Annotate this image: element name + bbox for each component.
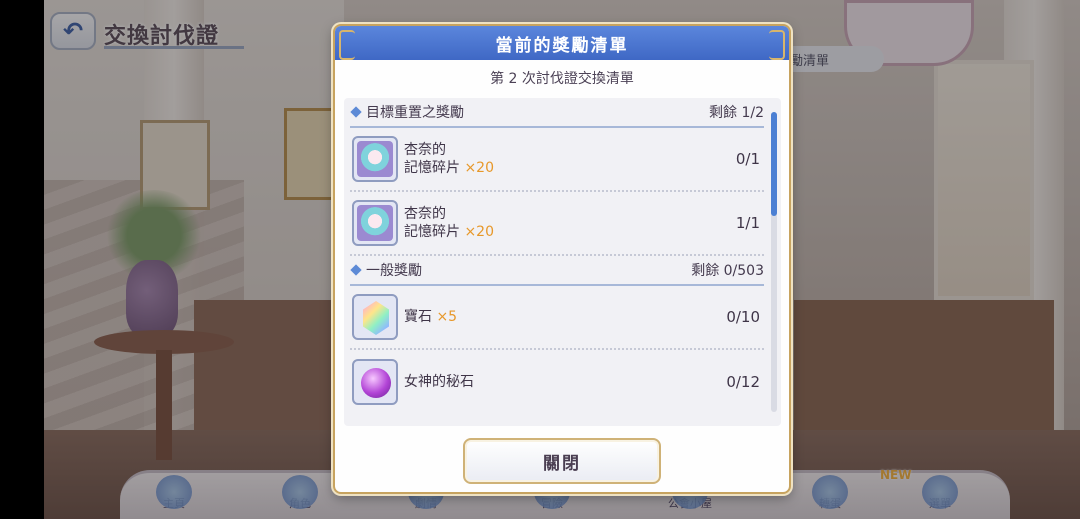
anna-memory-shard-icon[interactable] xyxy=(352,136,398,182)
reward-row: 杏奈的 記憶碎片 ×20 1/1 xyxy=(350,192,764,256)
anna-memory-shard-icon[interactable] xyxy=(352,200,398,246)
reward-row: 寶石 ×5 0/10 xyxy=(350,286,764,350)
reward-count: 0/1 xyxy=(735,150,760,168)
diamond-bullet-icon xyxy=(350,106,362,118)
dialog-title: 當前的獎勵清單 xyxy=(495,35,629,56)
section-remaining: 剩餘 1/2 xyxy=(709,105,764,121)
diamond-bullet-icon xyxy=(350,264,362,276)
reward-name-line1: 杏奈的 xyxy=(404,142,446,158)
section-remaining: 剩餘 0/503 xyxy=(691,263,764,279)
section-header: 一般獎勵 剩餘 0/503 xyxy=(350,256,764,286)
reward-name: 寶石 ×5 xyxy=(404,308,726,326)
reward-list[interactable]: 目標重置之獎勵 剩餘 1/2 杏奈的 記憶碎片 ×20 0/1 杏奈的 記憶碎片… xyxy=(344,98,781,426)
reward-name: 杏奈的 記憶碎片 ×20 xyxy=(404,141,736,177)
reward-quantity: ×20 xyxy=(464,224,494,240)
reward-name-line1: 女神的秘石 xyxy=(404,374,474,390)
dialog-subtitle: 第 2 次討伐證交換清單 xyxy=(490,71,634,87)
reward-name-line2: 記憶碎片 xyxy=(404,224,460,240)
section-title: 目標重置之獎勵 xyxy=(366,105,464,121)
jewel-icon[interactable] xyxy=(352,294,398,340)
reward-quantity: ×5 xyxy=(436,309,458,325)
reward-count: 0/12 xyxy=(726,373,760,391)
reward-name: 女神的秘石 xyxy=(404,373,726,391)
reward-name-line1: 寶石 xyxy=(404,309,432,325)
reward-name: 杏奈的 記憶碎片 ×20 xyxy=(404,205,736,241)
reward-name-line2: 記憶碎片 xyxy=(404,160,460,176)
reward-row: 杏奈的 記憶碎片 ×20 0/1 xyxy=(350,128,764,192)
scrollbar-thumb[interactable] xyxy=(771,112,777,216)
reward-name-line1: 杏奈的 xyxy=(404,206,446,222)
section-title: 一般獎勵 xyxy=(366,263,422,279)
reward-row: 女神的秘石 0/12 xyxy=(350,350,764,414)
goddess-stone-icon[interactable] xyxy=(352,359,398,405)
reward-count: 1/1 xyxy=(735,214,760,232)
section-header: 目標重置之獎勵 剩餘 1/2 xyxy=(350,98,764,128)
reward-list-dialog: 當前的獎勵清單 第 2 次討伐證交換清單 目標重置之獎勵 剩餘 1/2 杏奈的 … xyxy=(333,24,791,494)
reward-quantity: ×20 xyxy=(464,160,494,176)
list-scrollbar[interactable] xyxy=(771,112,777,412)
close-button[interactable]: 關閉 xyxy=(463,438,661,484)
reward-count: 0/10 xyxy=(726,308,760,326)
dialog-title-bar: 當前的獎勵清單 xyxy=(335,26,789,60)
